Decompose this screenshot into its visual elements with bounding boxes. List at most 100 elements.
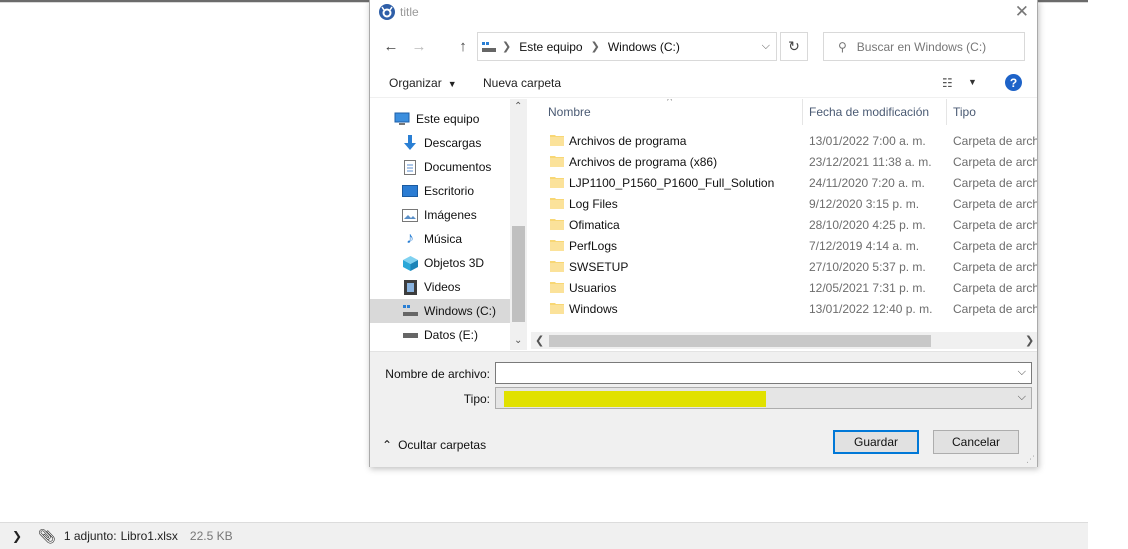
sidebar-item-musica[interactable]: ♪ Música [370, 227, 510, 251]
hide-folders-toggle[interactable]: ⌃ Ocultar carpetas [382, 438, 486, 452]
sidebar-item-documentos[interactable]: Documentos [370, 155, 510, 179]
scroll-right-icon[interactable]: ❯ [1025, 334, 1034, 347]
new-folder-button[interactable]: Nueva carpeta [483, 76, 561, 90]
dialog-title: title [400, 5, 419, 19]
save-form: Nombre de archivo: ⌵ Tipo: ⌵ ⌃ Ocultar ca… [370, 351, 1037, 467]
documents-icon [402, 159, 418, 175]
sidebar-item-descargas[interactable]: Descargas [370, 131, 510, 155]
column-header-fecha[interactable]: Fecha de modificación [809, 99, 929, 125]
navpane-scrollbar[interactable]: ⌃ ⌄ [510, 99, 527, 350]
file-date: 24/11/2020 7:20 a. m. [809, 176, 925, 190]
resize-grip-icon[interactable]: ⋰ [1026, 454, 1035, 465]
sidebar-item-label: Documentos [424, 160, 492, 174]
table-row[interactable]: Archivos de programa (x86) 23/12/2021 11… [531, 151, 1037, 172]
folder-icon [550, 135, 564, 146]
hide-folders-label: Ocultar carpetas [398, 438, 487, 452]
search-icon: ⚲ [838, 39, 847, 54]
table-row[interactable]: LJP1100_P1560_P1600_Full_Solution 24/11/… [531, 172, 1037, 193]
file-name: Windows [569, 302, 618, 316]
file-name: LJP1100_P1560_P1600_Full_Solution [569, 176, 775, 190]
filename-input[interactable]: ⌵ [495, 362, 1032, 384]
table-row[interactable]: PerfLogs 7/12/2019 4:14 a. m. Carpeta de… [531, 235, 1037, 256]
folder-icon [550, 219, 564, 230]
folder-icon [550, 261, 564, 272]
help-icon[interactable]: ? [1005, 74, 1022, 91]
breadcrumb-separator-icon: ❯ [590, 41, 600, 53]
navigation-bar: ← → ↑ ❯ Este equipo ❯ Windows (C:) ⌵ ↻ ⚲… [370, 30, 1037, 64]
save-button[interactable]: Guardar [833, 430, 919, 454]
file-name: Log Files [569, 197, 618, 211]
column-header-tipo[interactable]: Tipo [953, 99, 976, 125]
drive-c-icon [402, 303, 418, 319]
sidebar-item-label: Escritorio [424, 184, 475, 198]
chevron-down-icon[interactable]: ⌵ [762, 40, 770, 53]
sidebar-item-este-equipo[interactable]: Este equipo [370, 107, 510, 131]
view-details-icon[interactable]: ☷ [942, 76, 953, 90]
sidebar-item-label: Datos (E:) [424, 328, 479, 342]
address-bar[interactable]: ❯ Este equipo ❯ Windows (C:) ⌵ [477, 32, 777, 61]
objects3d-icon [402, 255, 418, 271]
scrollbar-thumb[interactable] [512, 226, 525, 322]
refresh-button[interactable]: ↻ [780, 32, 808, 61]
file-type: Carpeta de archi [953, 239, 1037, 253]
desktop-icon [402, 183, 418, 199]
navigation-pane: Este equipo Descargas Documentos Escrito… [370, 99, 527, 350]
table-row[interactable]: Windows 13/01/2022 12:40 p. m. Carpeta d… [531, 298, 1037, 319]
breadcrumb-windows-c[interactable]: Windows (C:) [608, 40, 680, 54]
chevron-down-icon[interactable]: ⌵ [1018, 391, 1026, 404]
table-row[interactable]: Log Files 9/12/2020 3:15 p. m. Carpeta d… [531, 193, 1037, 214]
organize-menu[interactable]: Organizar ▼ [389, 76, 457, 90]
sidebar-item-videos[interactable]: Videos [370, 275, 510, 299]
chevron-down-icon[interactable]: ⌵ [1018, 366, 1026, 379]
sidebar-item-objetos-3d[interactable]: Objetos 3D [370, 251, 510, 275]
attachment-filename[interactable]: Libro1.xlsx [121, 529, 178, 543]
back-arrow-icon[interactable]: ← [380, 35, 402, 57]
file-name: SWSETUP [569, 260, 629, 274]
sidebar-item-label: Imágenes [424, 208, 477, 222]
yellow-highlight-mark [504, 391, 766, 407]
table-row[interactable]: SWSETUP 27/10/2020 5:37 p. m. Carpeta de… [531, 256, 1037, 277]
sidebar-item-imagenes[interactable]: Imágenes [370, 203, 510, 227]
expand-chevron-icon[interactable]: ❯ [12, 529, 22, 543]
folder-icon [550, 156, 564, 167]
scroll-left-icon[interactable]: ❮ [535, 334, 544, 347]
column-header-nombre[interactable]: Nombre [548, 99, 591, 125]
scrollbar-thumb[interactable] [549, 335, 931, 347]
table-row[interactable]: Usuarios 12/05/2021 7:31 p. m. Carpeta d… [531, 277, 1037, 298]
sidebar-item-windows-c[interactable]: Windows (C:) [370, 299, 510, 323]
view-options-caret-icon[interactable]: ▼ [968, 77, 977, 87]
up-arrow-icon[interactable]: ↑ [452, 35, 474, 57]
file-type: Carpeta de archi [953, 260, 1037, 274]
table-row[interactable]: Archivos de programa 13/01/2022 7:00 a. … [531, 130, 1037, 151]
drive-e-icon [402, 327, 418, 343]
sidebar-item-label: Descargas [424, 136, 482, 150]
file-date: 23/12/2021 11:38 a. m. [809, 155, 932, 169]
folder-icon [550, 177, 564, 188]
file-date: 13/01/2022 12:40 p. m. [809, 302, 933, 316]
file-name: PerfLogs [569, 239, 618, 253]
folder-icon [550, 198, 564, 209]
cancel-button[interactable]: Cancelar [933, 430, 1019, 454]
chevron-up-icon: ⌃ [382, 438, 393, 452]
column-separator[interactable] [802, 99, 803, 125]
file-type: Carpeta de archi [953, 197, 1037, 211]
table-row[interactable]: Ofimatica 28/10/2020 4:25 p. m. Carpeta … [531, 214, 1037, 235]
sidebar-item-escritorio[interactable]: Escritorio [370, 179, 510, 203]
app-logo-icon [379, 4, 395, 20]
filelist-horizontal-scrollbar[interactable]: ❮ ❯ [531, 332, 1037, 349]
sidebar-item-datos-e[interactable]: Datos (E:) [370, 323, 510, 347]
downloads-icon [402, 135, 418, 151]
column-separator[interactable] [946, 99, 947, 125]
scroll-down-icon[interactable]: ⌄ [514, 335, 522, 346]
file-name: Archivos de programa (x86) [569, 155, 718, 169]
forward-arrow-icon[interactable]: → [408, 35, 430, 57]
folder-icon [550, 282, 564, 293]
scroll-up-icon[interactable]: ⌃ [514, 101, 522, 112]
filetype-select[interactable]: ⌵ [495, 387, 1032, 409]
file-date: 13/01/2022 7:00 a. m. [809, 134, 926, 148]
file-date: 28/10/2020 4:25 p. m. [809, 218, 926, 232]
breadcrumb-este-equipo[interactable]: Este equipo [519, 40, 582, 54]
search-input[interactable]: ⚲ Buscar en Windows (C:) [823, 32, 1025, 61]
close-icon[interactable]: ✕ [1015, 2, 1029, 22]
sort-ascending-icon: ^ [667, 99, 673, 107]
